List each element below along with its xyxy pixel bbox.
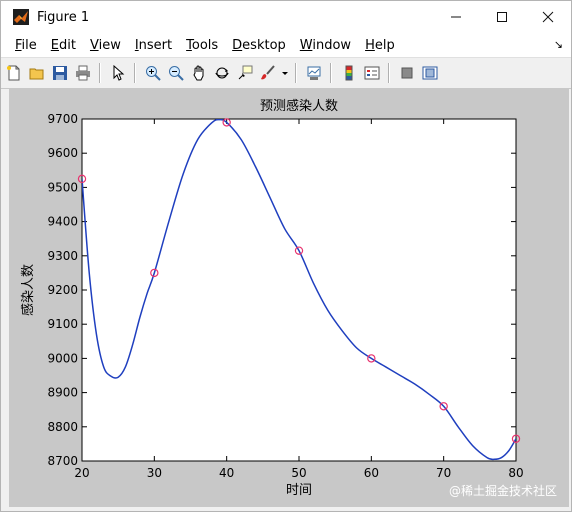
open-file-button[interactable] <box>27 63 47 83</box>
window-title: Figure 1 <box>37 9 90 25</box>
y-axis-label: 感染人数 <box>20 264 36 316</box>
menu-window[interactable]: Window <box>293 38 358 53</box>
data-cursor-button[interactable] <box>235 63 255 83</box>
show-plot-tools-icon <box>422 66 438 80</box>
save-button[interactable] <box>50 63 70 83</box>
toolbar-separator <box>99 63 101 83</box>
y-tick-label: 9500 <box>47 180 78 194</box>
y-tick-label: 9200 <box>47 283 78 297</box>
figure-canvas[interactable]: 20 30 40 50 60 70 80 8700 8800 8900 9000 9100 9200 93… <box>9 88 569 507</box>
watermark: @稀土掘金技术社区 <box>448 484 557 498</box>
y-tick-label: 9700 <box>47 112 78 126</box>
hide-plot-tools-button[interactable] <box>397 63 417 83</box>
link-plot-button[interactable] <box>304 63 324 83</box>
toolbar-separator <box>388 63 390 83</box>
data-cursor-icon <box>238 65 253 80</box>
legend-button[interactable] <box>362 63 382 83</box>
toolbar-separator <box>134 63 136 83</box>
y-tick-label: 8700 <box>47 454 78 468</box>
link-plot-icon <box>307 66 321 80</box>
x-tick-label: 20 <box>74 466 89 480</box>
y-tick-label: 9000 <box>47 351 78 365</box>
pointer-button[interactable] <box>108 63 128 83</box>
figure-window: Figure 1 File Edit View Insert Tools Des… <box>0 0 572 512</box>
menu-help[interactable]: Help <box>358 38 402 53</box>
colorbar-button[interactable] <box>339 63 359 83</box>
plot-svg: 20 30 40 50 60 70 80 8700 8800 8900 9000 9100 9200 93… <box>20 98 524 498</box>
rotate-3d-button[interactable] <box>212 63 232 83</box>
maximize-icon <box>497 12 507 22</box>
x-tick-label: 50 <box>291 466 306 480</box>
menu-bar: File Edit View Insert Tools Desktop Wind… <box>1 33 571 57</box>
menu-view[interactable]: View <box>83 38 128 53</box>
zoom-out-icon <box>169 66 184 81</box>
y-tick-label: 8900 <box>47 386 78 400</box>
pan-button[interactable] <box>189 63 209 83</box>
new-figure-button[interactable] <box>4 63 24 83</box>
y-tick-label: 9300 <box>47 249 78 263</box>
minimize-button[interactable] <box>433 1 479 33</box>
menu-desktop[interactable]: Desktop <box>225 38 293 53</box>
chart-title: 预测感染人数 <box>260 98 338 114</box>
close-button[interactable] <box>525 1 571 33</box>
y-tick-label: 9600 <box>47 146 78 160</box>
y-tick-label: 9400 <box>47 215 78 229</box>
close-icon <box>542 11 554 23</box>
menu-edit[interactable]: Edit <box>44 38 83 53</box>
x-tick-label: 60 <box>364 466 379 480</box>
plot-axes-box[interactable] <box>81 118 517 462</box>
x-tick-label: 70 <box>436 466 451 480</box>
menu-tools[interactable]: Tools <box>179 38 225 53</box>
legend-icon <box>364 66 380 80</box>
zoom-out-button[interactable] <box>166 63 186 83</box>
window-controls <box>433 1 571 33</box>
zoom-in-icon <box>146 66 161 81</box>
x-axis-label: 时间 <box>286 483 312 498</box>
toolbar-separator <box>295 63 297 83</box>
menu-insert[interactable]: Insert <box>128 38 179 53</box>
x-tick-label: 40 <box>219 466 234 480</box>
title-bar[interactable]: Figure 1 <box>1 1 571 33</box>
show-plot-tools-button[interactable] <box>420 63 440 83</box>
dock-arrow-icon[interactable]: ↘ <box>554 38 563 51</box>
open-file-icon <box>29 68 44 80</box>
print-button[interactable] <box>73 63 93 83</box>
print-icon <box>76 65 90 81</box>
y-tick-label: 9100 <box>47 317 78 331</box>
brush-icon <box>261 65 275 80</box>
pan-hand-icon <box>193 65 204 81</box>
brush-dropdown-button[interactable] <box>281 63 289 83</box>
figure-toolbar <box>1 57 571 89</box>
brush-button[interactable] <box>258 63 278 83</box>
new-figure-icon <box>7 65 20 81</box>
rotate-3d-icon <box>215 67 229 79</box>
dropdown-arrow-icon <box>282 72 288 75</box>
hide-plot-tools-icon <box>401 67 413 79</box>
save-icon <box>53 66 67 80</box>
colorbar-icon <box>345 65 353 81</box>
pointer-icon <box>113 65 125 81</box>
x-tick-label: 80 <box>508 466 523 480</box>
menu-file[interactable]: File <box>8 38 44 53</box>
minimize-icon <box>451 16 461 18</box>
matlab-logo-icon <box>13 9 29 25</box>
toolbar-separator <box>330 63 332 83</box>
y-tick-label: 8800 <box>47 420 78 434</box>
x-tick-label: 30 <box>147 466 162 480</box>
zoom-in-button[interactable] <box>143 63 163 83</box>
maximize-button[interactable] <box>479 1 525 33</box>
